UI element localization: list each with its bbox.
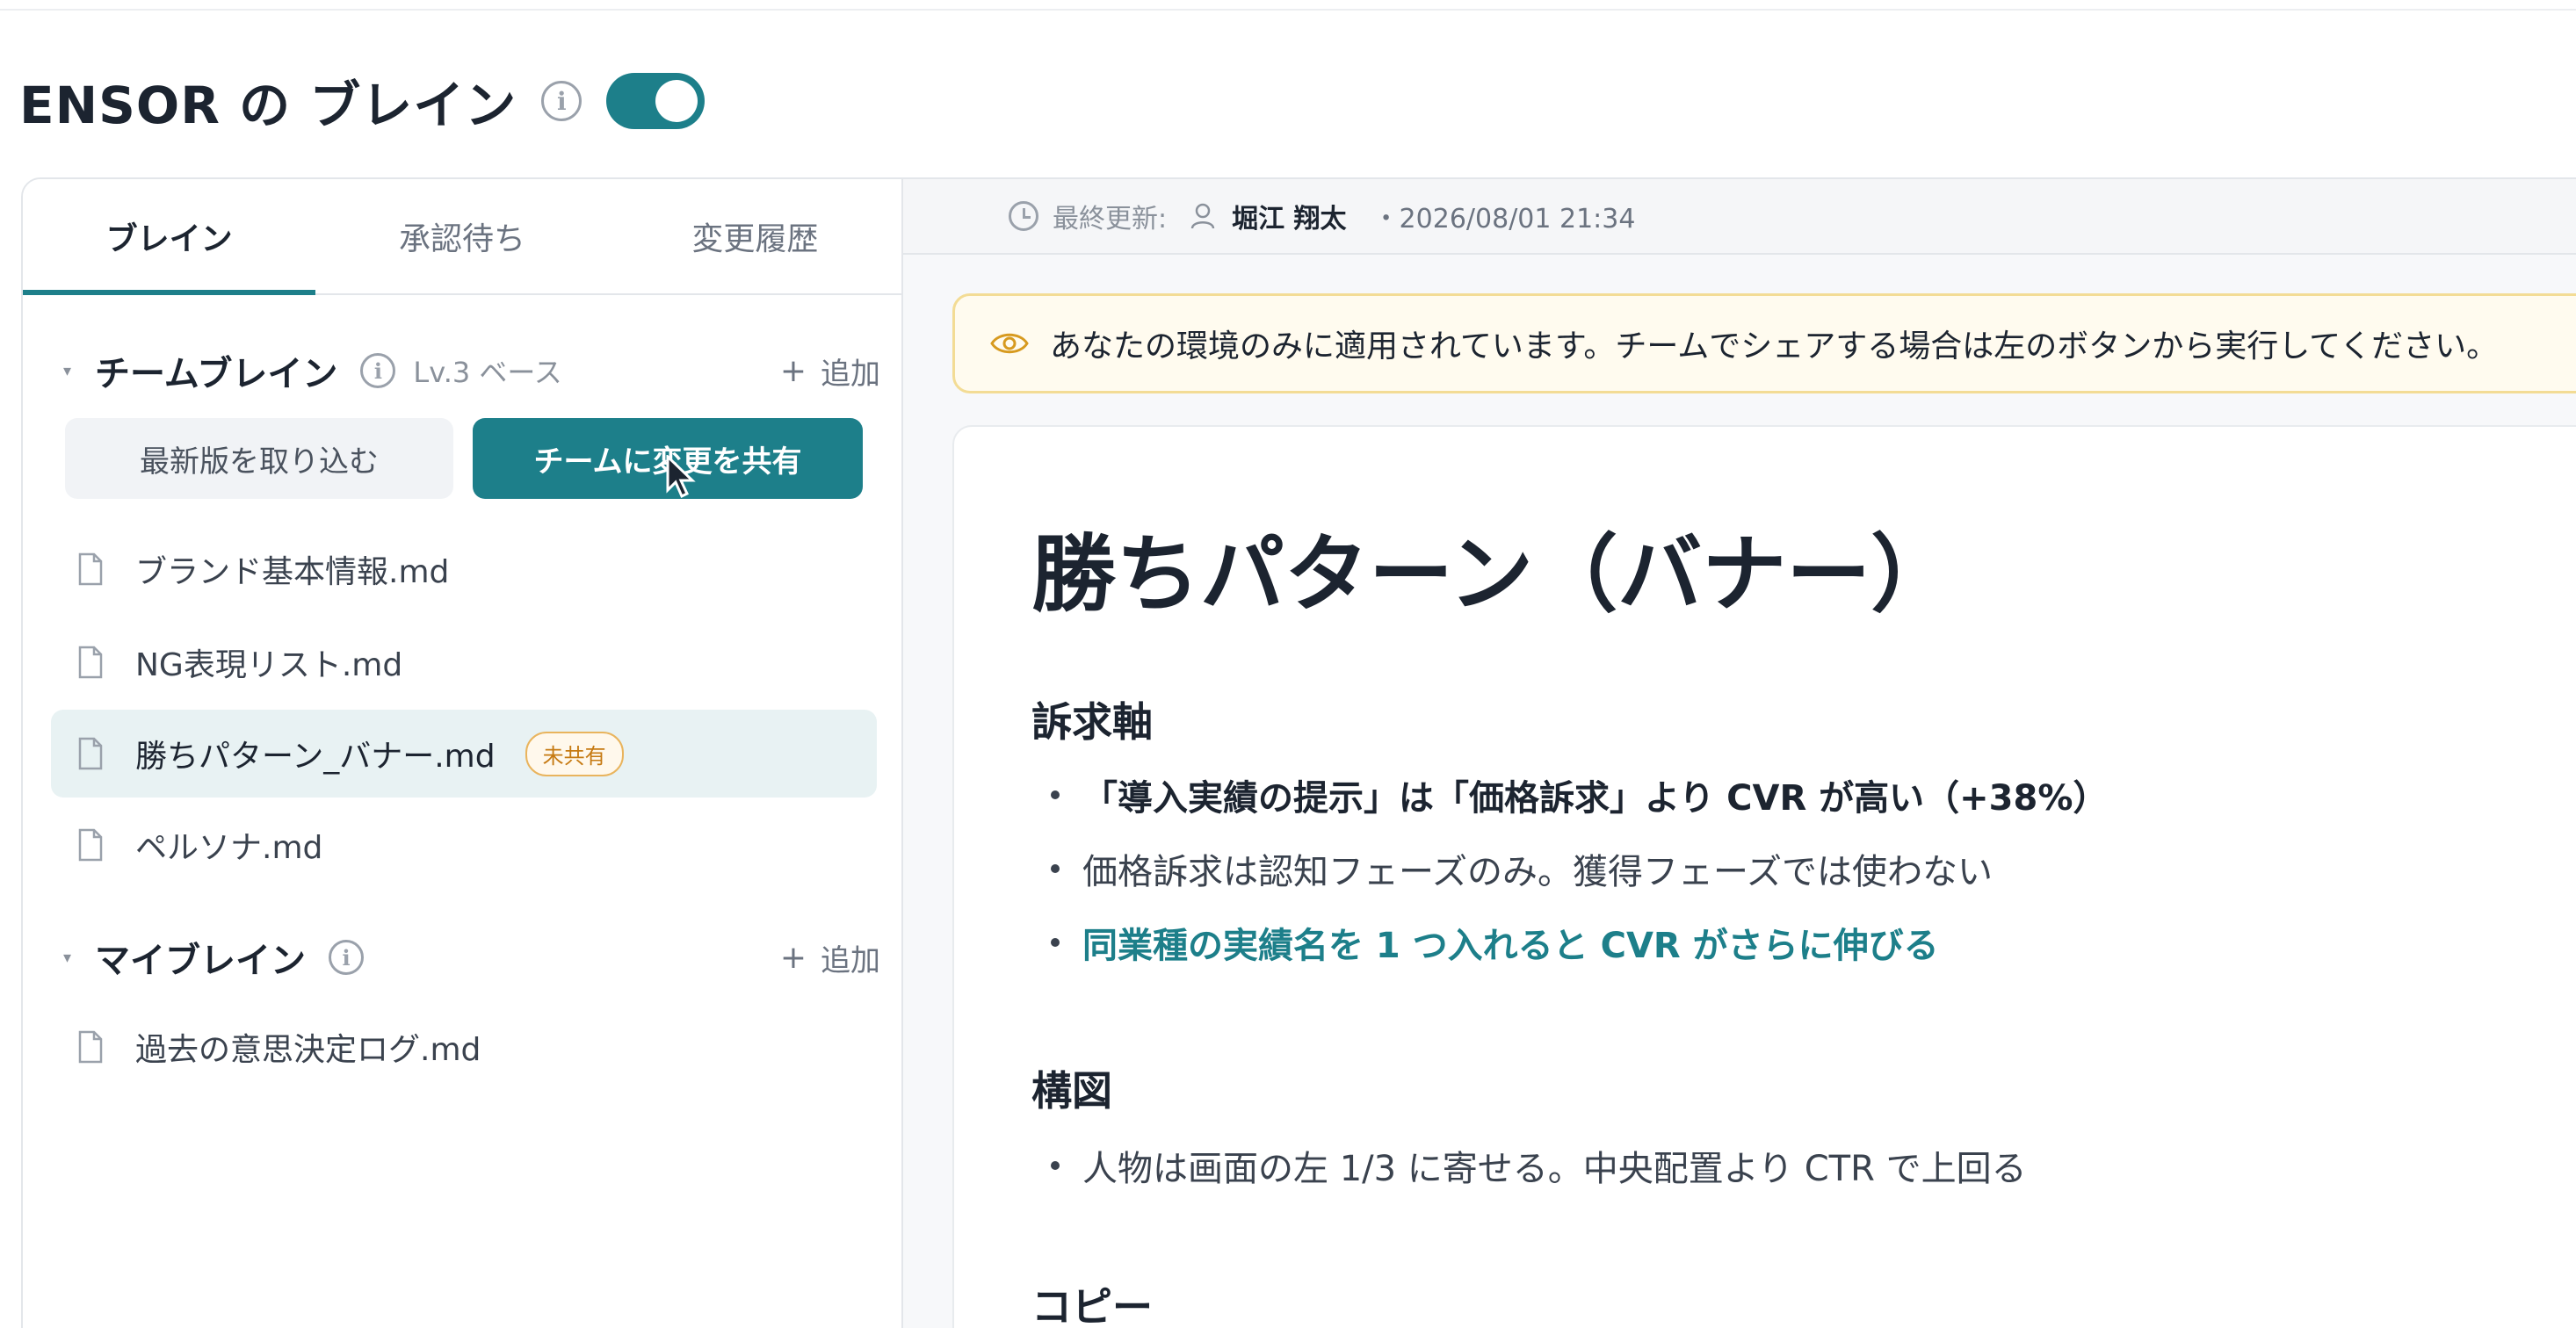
section-heading: コピー	[1031, 1283, 1153, 1328]
eye-icon	[990, 333, 1029, 354]
file-name: ペルソナ.md	[135, 830, 323, 866]
team-brain-add-button[interactable]: + 追加	[780, 350, 880, 393]
my-brain-add-button[interactable]: + 追加	[780, 936, 880, 979]
tab-pending[interactable]: 承認待ち	[315, 179, 608, 293]
plus-icon: +	[779, 352, 807, 389]
clock-icon	[1009, 201, 1038, 231]
last-updated-bar: 最終更新: 堀江 翔太 ・2026/08/01 21:34	[903, 179, 2576, 255]
team-brain-title: チームブレイン	[95, 354, 338, 394]
tab-brain[interactable]: ブレイン	[23, 179, 316, 295]
page-title: ENSOR の ブレイン	[19, 76, 517, 135]
chevron-down-icon[interactable]: ▾	[63, 949, 95, 967]
unshared-badge: 未共有	[525, 731, 624, 776]
page-header: ENSOR の ブレイン i	[19, 63, 706, 139]
info-icon[interactable]: i	[329, 940, 364, 975]
file-item[interactable]: ブランド基本情報.md	[51, 525, 877, 613]
info-icon[interactable]: i	[360, 353, 396, 388]
add-label: 追加	[821, 356, 880, 392]
file-name: ブランド基本情報.md	[135, 554, 450, 590]
file-name: 勝ちパターン_バナー.md	[135, 739, 496, 775]
team-brain-header[interactable]: ▾ チームブレイン i Lv.3 ベース + 追加	[63, 344, 880, 397]
brain-panel: ブレイン 承認待ち 変更履歴 ▾ チームブレイン i Lv.3 ベース + 追加…	[21, 177, 2576, 1328]
file-icon	[78, 552, 103, 586]
plus-icon: +	[779, 939, 807, 976]
brain-toggle[interactable]	[606, 73, 706, 129]
file-item[interactable]: ペルソナ.md	[51, 801, 877, 889]
notice-text: あなたの環境のみに適用されています。チームでシェアする場合は左のボタンから実行し…	[1050, 328, 2499, 364]
file-item[interactable]: 過去の意思決定ログ.md	[51, 1003, 877, 1091]
bullet-item: 価格訴求は認知フェーズのみ。獲得フェーズでは使わない	[1051, 843, 1993, 894]
file-icon	[78, 1030, 103, 1064]
last-updated-date: ・2026/08/01 21:34	[1372, 204, 1636, 235]
scope-notice: あなたの環境のみに適用されています。チームでシェアする場合は左のボタンから実行し…	[952, 293, 2576, 393]
bullet-item: 人物は画面の左 1/3 に寄せる。中央配置より CTR で上回る	[1051, 1140, 2027, 1191]
file-item-selected[interactable]: 勝ちパターン_バナー.md 未共有	[51, 710, 877, 798]
add-label: 追加	[821, 942, 880, 978]
user-icon	[1190, 203, 1215, 229]
file-icon	[78, 646, 103, 679]
toggle-knob	[655, 80, 698, 122]
document-pane: 最終更新: 堀江 翔太 ・2026/08/01 21:34 あなたの環境のみに適…	[903, 179, 2576, 1328]
my-brain-title: マイブレイン	[95, 941, 306, 981]
bullet-item: 「導入実績の提示」は「価格訴求」より CVR が高い（+38%）	[1051, 769, 2108, 820]
file-name: NG表現リスト.md	[135, 647, 403, 683]
info-icon[interactable]: i	[541, 81, 582, 121]
section-heading: 訴求軸	[1031, 698, 1153, 746]
pull-latest-button[interactable]: 最新版を取り込む	[65, 418, 453, 499]
file-icon	[78, 828, 103, 862]
last-updated-label: 最終更新:	[1053, 204, 1168, 235]
file-item[interactable]: NG表現リスト.md	[51, 618, 877, 706]
file-icon	[78, 737, 103, 770]
bullet-item-highlight: 同業種の実績名を 1 つ入れると CVR がさらに伸びる	[1051, 917, 1939, 968]
left-pane: ブレイン 承認待ち 変更履歴 ▾ チームブレイン i Lv.3 ベース + 追加…	[23, 179, 903, 1328]
chevron-down-icon[interactable]: ▾	[63, 362, 95, 380]
document-card: 勝ちパターン（バナー） 訴求軸 「導入実績の提示」は「価格訴求」より CVR が…	[952, 425, 2576, 1328]
section-heading: 構図	[1031, 1067, 1112, 1115]
level-label: Lv.3 ベース	[413, 356, 562, 389]
last-updated-user: 堀江 翔太	[1232, 204, 1347, 235]
file-name: 過去の意思決定ログ.md	[135, 1032, 481, 1068]
document-title: 勝ちパターン（バナー）	[1031, 525, 1956, 624]
tab-bar: ブレイン 承認待ち 変更履歴	[23, 179, 901, 295]
my-brain-header[interactable]: ▾ マイブレイン i + 追加	[63, 931, 880, 984]
top-divider	[0, 0, 2576, 11]
tab-history[interactable]: 変更履歴	[609, 179, 901, 293]
